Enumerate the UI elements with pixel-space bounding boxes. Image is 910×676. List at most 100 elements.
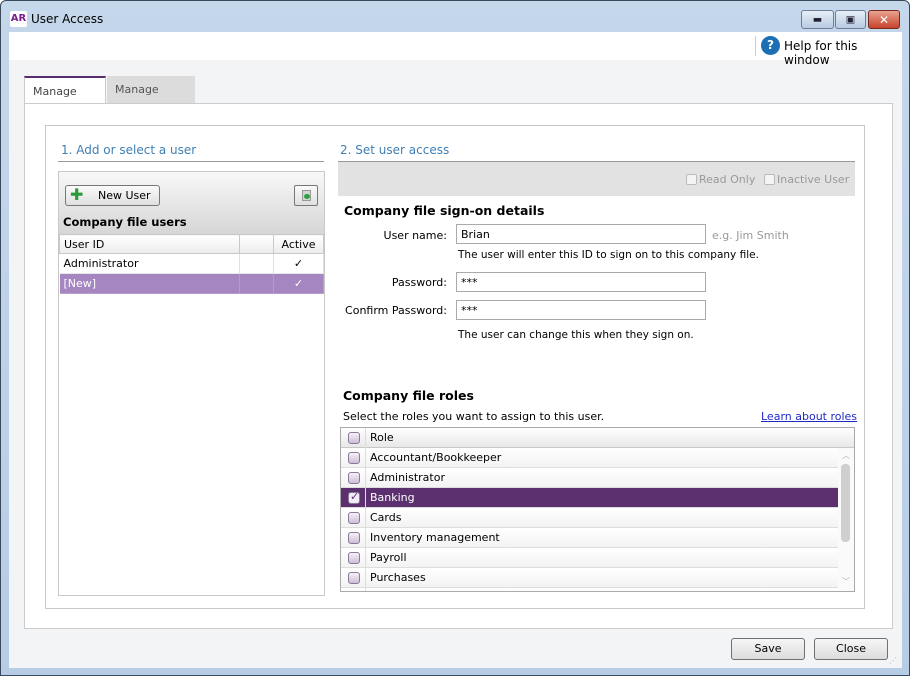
- column-header-user-id[interactable]: User ID: [59, 234, 240, 254]
- column-header-blank[interactable]: [239, 234, 274, 254]
- active-check-icon: ✓: [273, 253, 324, 274]
- resize-grip-icon[interactable]: ⋰: [889, 656, 897, 665]
- role-name: Purchases: [370, 571, 426, 584]
- password-note: The user can change this when they sign …: [458, 329, 694, 341]
- section-title-set-access: 2. Set user access: [340, 143, 450, 157]
- divider: [755, 36, 756, 56]
- role-checkbox[interactable]: [348, 572, 360, 584]
- confirm-password-input[interactable]: ***: [456, 300, 706, 320]
- password-label: Password:: [391, 276, 447, 289]
- help-icon[interactable]: ?: [761, 36, 780, 55]
- checkbox-icon: [686, 174, 697, 185]
- role-row[interactable]: Payroll: [341, 548, 838, 568]
- divider: [365, 528, 366, 548]
- tab-panel: 1. Add or select a user ✚ New User Compa…: [24, 103, 893, 629]
- confirm-password-label: Confirm Password:: [345, 304, 447, 317]
- role-row[interactable]: Banking: [341, 488, 838, 508]
- role-name: Sales: [370, 591, 399, 592]
- role-checkbox[interactable]: [348, 472, 360, 484]
- tab-manage-users[interactable]: Manage Users: [24, 76, 106, 125]
- username-label: User name:: [383, 229, 447, 242]
- users-table: User ID Active Administrator ✓ [New] ✓: [59, 234, 324, 294]
- divider: [365, 568, 366, 588]
- role-row[interactable]: Cards: [341, 508, 838, 528]
- user-access-window: AR User Access ▬ ▣ ✕ ? Help for this win…: [0, 0, 910, 676]
- blank-cell: [239, 253, 274, 274]
- new-user-label: New User: [98, 189, 151, 202]
- table-row[interactable]: Administrator ✓: [59, 253, 324, 274]
- inactive-user-label: Inactive User: [777, 173, 850, 186]
- help-bar: ? Help for this window: [9, 32, 902, 67]
- role-row[interactable]: Administrator: [341, 468, 838, 488]
- read-only-label: Read Only: [699, 173, 756, 186]
- minimize-button[interactable]: ▬: [801, 10, 834, 29]
- user-id-cell: Administrator: [59, 253, 240, 274]
- app-logo-icon: AR: [10, 11, 27, 27]
- maximize-icon: ▣: [845, 14, 856, 25]
- inactive-user-checkbox[interactable]: Inactive User: [764, 173, 849, 186]
- divider: [365, 468, 366, 488]
- tab-manage-roles[interactable]: Manage Roles: [107, 76, 195, 123]
- divider: [365, 588, 366, 591]
- users-list-panel: ✚ New User Company file users User ID Ac…: [58, 171, 325, 596]
- scroll-down-icon[interactable]: ﹀: [842, 576, 850, 587]
- role-name: Accountant/Bookkeeper: [370, 451, 502, 464]
- role-name: Banking: [370, 491, 415, 504]
- roles-grid: Role Accountant/Bookkeeper Administrator B…: [340, 427, 855, 592]
- username-note: The user will enter this ID to sign on t…: [458, 249, 759, 261]
- window-title: User Access: [31, 12, 104, 26]
- scroll-up-icon[interactable]: ︿: [842, 450, 850, 461]
- roles-title: Company file roles: [343, 388, 474, 403]
- divider: [365, 488, 366, 508]
- user-flags-bar: Read Only Inactive User: [338, 162, 855, 196]
- divider: [365, 508, 366, 528]
- role-name: Cards: [370, 511, 402, 524]
- users-list-header: ✚ New User Company file users: [59, 172, 324, 234]
- plus-icon: ✚: [70, 185, 84, 204]
- role-checkbox[interactable]: [348, 532, 360, 544]
- roles-instruction: Select the roles you want to assign to t…: [343, 410, 605, 423]
- role-name: Payroll: [370, 551, 407, 564]
- roles-scrollbar[interactable]: ︿ ﹀: [838, 448, 854, 591]
- divider: [58, 161, 324, 162]
- close-window-button[interactable]: ✕: [868, 10, 900, 29]
- learn-about-roles-link[interactable]: Learn about roles: [761, 410, 857, 423]
- company-file-users-title: Company file users: [63, 215, 187, 229]
- help-link[interactable]: Help for this window: [784, 39, 902, 67]
- new-user-button[interactable]: ✚ New User: [65, 185, 160, 206]
- role-row[interactable]: Purchases: [341, 568, 838, 588]
- window-client-area: ? Help for this window Manage Users Mana…: [9, 32, 902, 668]
- blank-cell: [239, 273, 274, 294]
- title-bar[interactable]: AR User Access ▬ ▣ ✕: [1, 1, 909, 32]
- role-row[interactable]: Inventory management: [341, 528, 838, 548]
- delete-user-button[interactable]: [294, 185, 318, 206]
- table-row-selected[interactable]: [New] ✓: [59, 273, 324, 294]
- role-name: Inventory management: [370, 531, 500, 544]
- select-all-roles-checkbox[interactable]: [348, 432, 360, 444]
- user-access-panel: 1. Add or select a user ✚ New User Compa…: [45, 125, 865, 609]
- close-icon: ✕: [878, 12, 890, 27]
- user-id-cell: [New]: [59, 273, 240, 294]
- read-only-checkbox[interactable]: Read Only: [686, 173, 755, 186]
- role-checkbox[interactable]: [348, 552, 360, 564]
- save-button[interactable]: Save: [731, 638, 805, 660]
- column-header-role[interactable]: Role: [370, 431, 394, 444]
- maximize-button[interactable]: ▣: [835, 10, 866, 29]
- username-hint: e.g. Jim Smith: [712, 229, 789, 242]
- role-checkbox[interactable]: [348, 512, 360, 524]
- column-header-active[interactable]: Active: [273, 234, 324, 254]
- divider: [365, 448, 366, 468]
- password-input[interactable]: ***: [456, 272, 706, 292]
- close-button[interactable]: Close: [814, 638, 888, 660]
- section-title-add-user: 1. Add or select a user: [61, 143, 197, 157]
- role-checkbox[interactable]: [348, 490, 360, 504]
- role-name: Administrator: [370, 471, 445, 484]
- active-check-icon: ✓: [273, 273, 324, 294]
- role-row[interactable]: Accountant/Bookkeeper: [341, 448, 838, 468]
- scroll-thumb[interactable]: [841, 464, 850, 542]
- divider: [365, 428, 366, 448]
- role-row[interactable]: Sales: [341, 588, 838, 592]
- checkbox-icon: [764, 174, 775, 185]
- username-input[interactable]: Brian: [456, 224, 706, 244]
- role-checkbox[interactable]: [348, 452, 360, 464]
